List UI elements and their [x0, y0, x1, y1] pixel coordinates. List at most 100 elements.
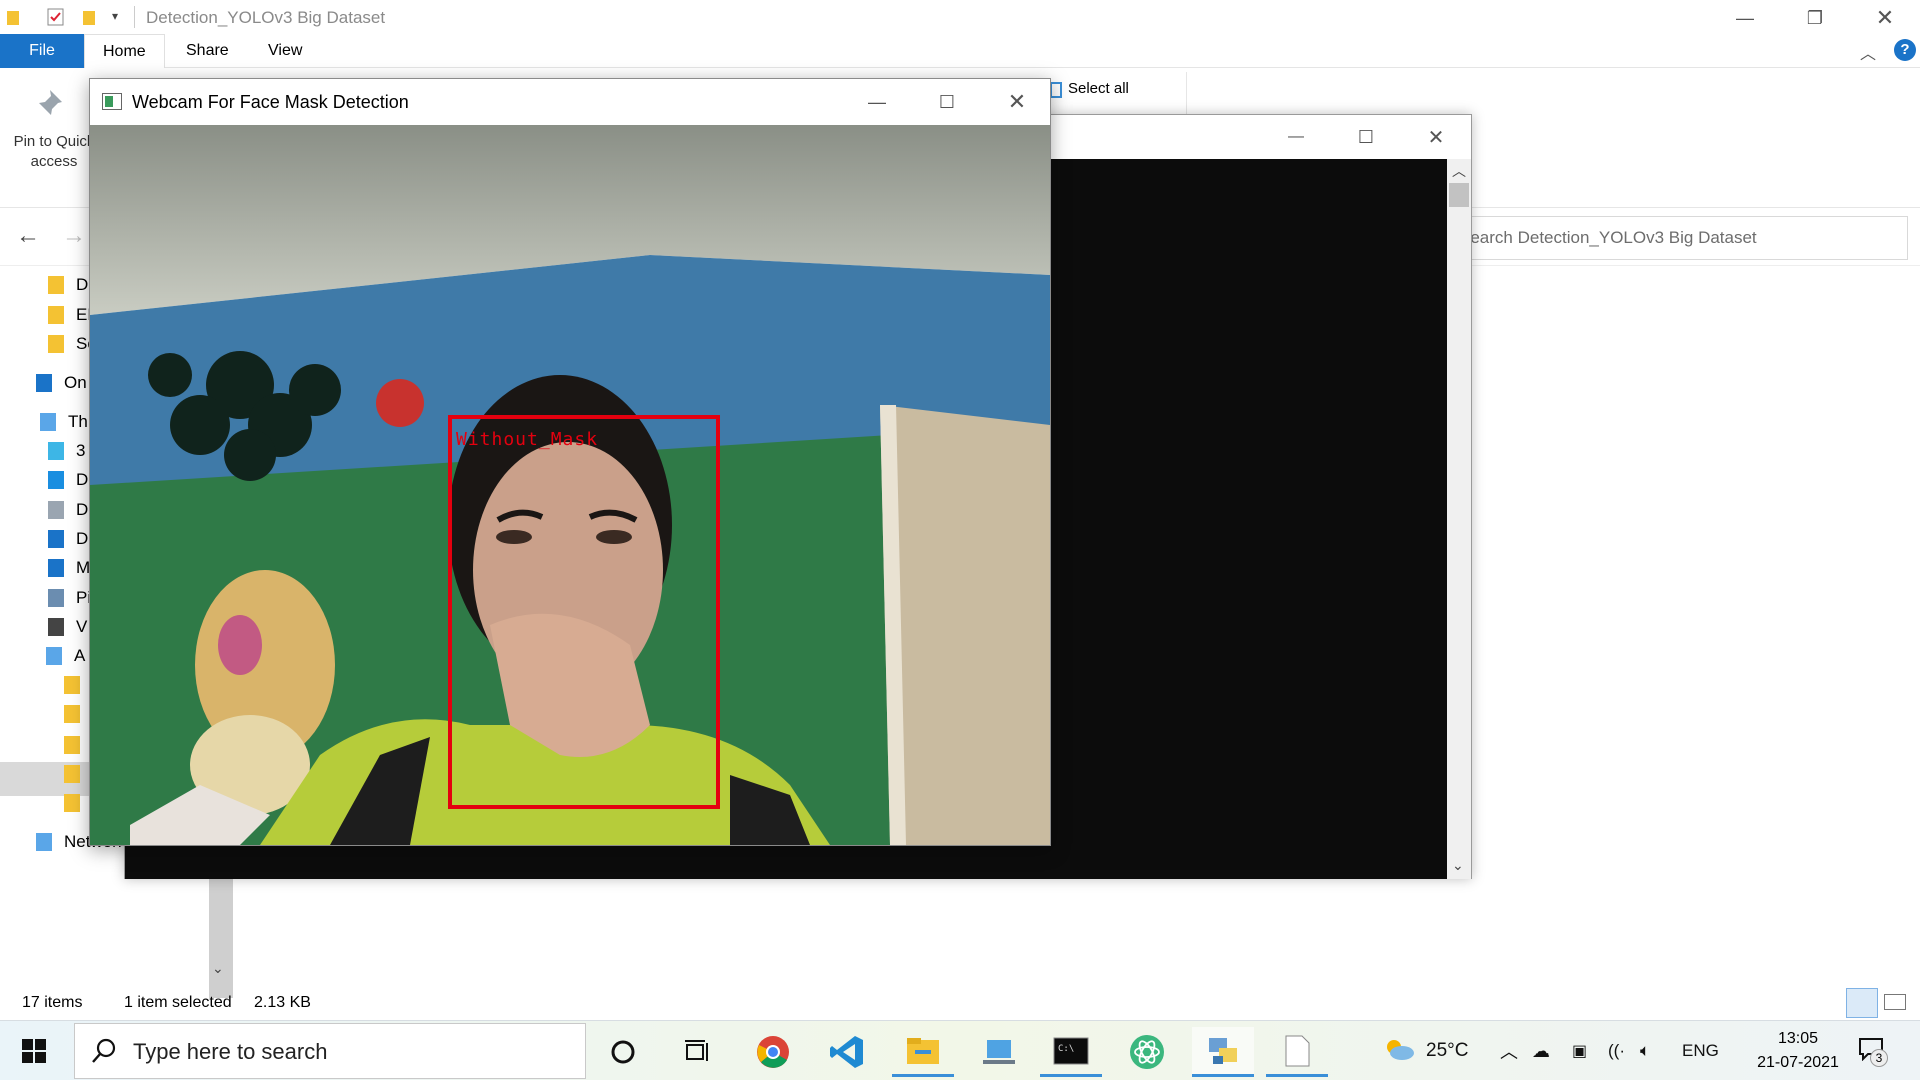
console-minimize-button[interactable]: —	[1261, 115, 1331, 159]
nav-item-label: D	[76, 275, 89, 294]
select-all-button[interactable]: Select all	[1068, 80, 1129, 97]
properties-icon[interactable]	[46, 8, 66, 26]
back-arrow-icon[interactable]: ←	[16, 222, 40, 250]
language-indicator[interactable]: ENG	[1682, 1021, 1719, 1081]
console-maximize-button[interactable]: ☐	[1331, 115, 1401, 159]
nav-scroll-down-icon[interactable]: ⌄	[212, 960, 224, 977]
search-icon	[92, 1038, 116, 1063]
desktop-icon	[48, 471, 64, 489]
detection-label: Without_Mask	[456, 429, 599, 450]
folder-icon	[64, 676, 80, 694]
weather-widget[interactable]: 25°C	[1382, 1021, 1468, 1081]
taskbar-search-box[interactable]: Type here to search	[74, 1023, 586, 1079]
show-hidden-icons-icon[interactable]: ︿	[1500, 1021, 1518, 1081]
explorer-restore-button[interactable]: ❐	[1780, 0, 1850, 36]
chrome-icon[interactable]	[742, 1027, 804, 1077]
onedrive-icon	[36, 374, 52, 392]
vscode-icon[interactable]	[816, 1027, 878, 1077]
nav-item[interactable]: M	[48, 551, 90, 585]
tab-share[interactable]: Share	[168, 34, 247, 68]
pin-to-quick-access-button[interactable]: Pin to Quick access	[6, 132, 102, 172]
search-placeholder: Search Detection_YOLOv3 Big Dataset	[1459, 228, 1757, 247]
explorer-close-button[interactable]: ✕	[1850, 0, 1920, 36]
pin-icon	[37, 90, 62, 117]
python-icon[interactable]	[1192, 1027, 1254, 1077]
new-folder-icon[interactable]	[82, 8, 98, 26]
nav-item-label: D	[76, 470, 89, 489]
explorer-titlebar: ▾ Detection_YOLOv3 Big Dataset — ❐ ✕	[0, 0, 1920, 36]
blank-file-icon[interactable]	[1266, 1027, 1328, 1077]
downloads-icon	[48, 530, 64, 548]
console-close-button[interactable]: ✕	[1401, 115, 1471, 159]
tab-view[interactable]: View	[250, 34, 320, 68]
atom-icon[interactable]	[1116, 1027, 1178, 1077]
scroll-down-icon[interactable]: ⌄	[1452, 857, 1464, 874]
console-scrollbar-thumb[interactable]	[1449, 183, 1469, 207]
forward-arrow-icon[interactable]: →	[62, 222, 86, 250]
folder-icon	[64, 765, 80, 783]
nav-item-label: D	[76, 500, 89, 519]
taskbar-search-placeholder: Type here to search	[133, 1039, 328, 1064]
nav-item[interactable]: On	[36, 366, 87, 400]
search-input[interactable]: Search Detection_YOLOv3 Big Dataset	[1440, 216, 1908, 260]
status-size: 2.13 KB	[254, 994, 311, 1011]
wall-ornament	[376, 379, 424, 427]
meet-now-icon[interactable]: ▣	[1572, 1021, 1587, 1081]
folder-icon	[7, 11, 19, 25]
title-divider	[134, 6, 135, 28]
tab-file[interactable]: File	[0, 34, 84, 68]
videos-icon	[48, 618, 64, 636]
folder-icon	[64, 705, 80, 723]
webcam-window-title: Webcam For Face Mask Detection	[132, 92, 409, 112]
folder-icon	[64, 794, 80, 812]
large-icons-view-icon[interactable]	[1884, 994, 1906, 1010]
help-icon[interactable]: ?	[1894, 39, 1916, 61]
volume-icon[interactable]: 🔈︎	[1640, 1021, 1650, 1081]
webcam-minimize-button[interactable]: —	[842, 79, 912, 125]
tab-home[interactable]: Home	[84, 34, 165, 68]
opencv-window-icon	[102, 93, 122, 110]
folder-icon	[48, 306, 64, 324]
notification-center-icon[interactable]: 3	[1858, 1037, 1888, 1067]
status-bar: 17 items 1 item selected 2.13 KB	[0, 988, 1920, 1020]
this-pc-icon	[40, 413, 56, 431]
nav-scrollbar-thumb[interactable]	[209, 878, 233, 998]
scroll-up-icon[interactable]: ︿	[1452, 161, 1466, 181]
status-selection: 1 item selected	[124, 994, 232, 1011]
taskbar: Type here to search C:\ 25°C ︿ ☁ ▣ ((· 🔈…	[0, 1020, 1920, 1080]
quick-access-dropdown-icon[interactable]: ▾	[112, 9, 118, 23]
explorer-minimize-button[interactable]: —	[1710, 0, 1780, 36]
nav-item-label: V	[76, 617, 88, 636]
wifi-icon[interactable]: ((·	[1608, 1021, 1625, 1081]
door	[880, 405, 1050, 845]
clock[interactable]: 13:05 21-07-2021	[1750, 1027, 1846, 1075]
folder-icon	[48, 335, 64, 353]
webcam-maximize-button[interactable]: ☐	[912, 79, 982, 125]
windows-start-icon[interactable]	[22, 1039, 46, 1063]
webcam-close-button[interactable]: ✕	[982, 79, 1052, 125]
nav-item[interactable]: D	[48, 268, 88, 302]
onedrive-tray-icon[interactable]: ☁	[1532, 1021, 1550, 1081]
details-view-icon[interactable]	[1846, 988, 1878, 1018]
notification-badge: 3	[1870, 1049, 1888, 1067]
cortana-icon[interactable]	[592, 1027, 654, 1077]
webcam-window[interactable]: Webcam For Face Mask Detection — ☐ ✕ Wit…	[89, 78, 1051, 846]
music-icon	[48, 559, 64, 577]
3d-objects-icon	[48, 442, 64, 460]
drive-icon	[46, 647, 62, 665]
folder-icon	[48, 276, 64, 294]
file-explorer-icon[interactable]	[892, 1027, 954, 1077]
task-view-icon[interactable]	[666, 1027, 728, 1077]
nav-item-label: 3	[76, 441, 86, 460]
status-item-count: 17 items	[22, 994, 83, 1011]
webcam-titlebar[interactable]: Webcam For Face Mask Detection — ☐ ✕	[90, 79, 1050, 125]
nav-item[interactable]: D	[48, 463, 88, 497]
terminal-icon[interactable]: C:\	[1040, 1027, 1102, 1077]
nav-item[interactable]	[64, 697, 92, 731]
remote-desktop-icon[interactable]	[968, 1027, 1030, 1077]
explorer-title: Detection_YOLOv3 Big Dataset	[146, 8, 386, 27]
ribbon-collapse-icon[interactable]: ︿	[1860, 40, 1876, 64]
console-scrollbar[interactable]: ︿ ⌄	[1447, 159, 1471, 879]
weather-temperature: 25°C	[1426, 1040, 1469, 1061]
ribbon-tabs: File Home Share View ︿ ?	[0, 34, 1920, 68]
